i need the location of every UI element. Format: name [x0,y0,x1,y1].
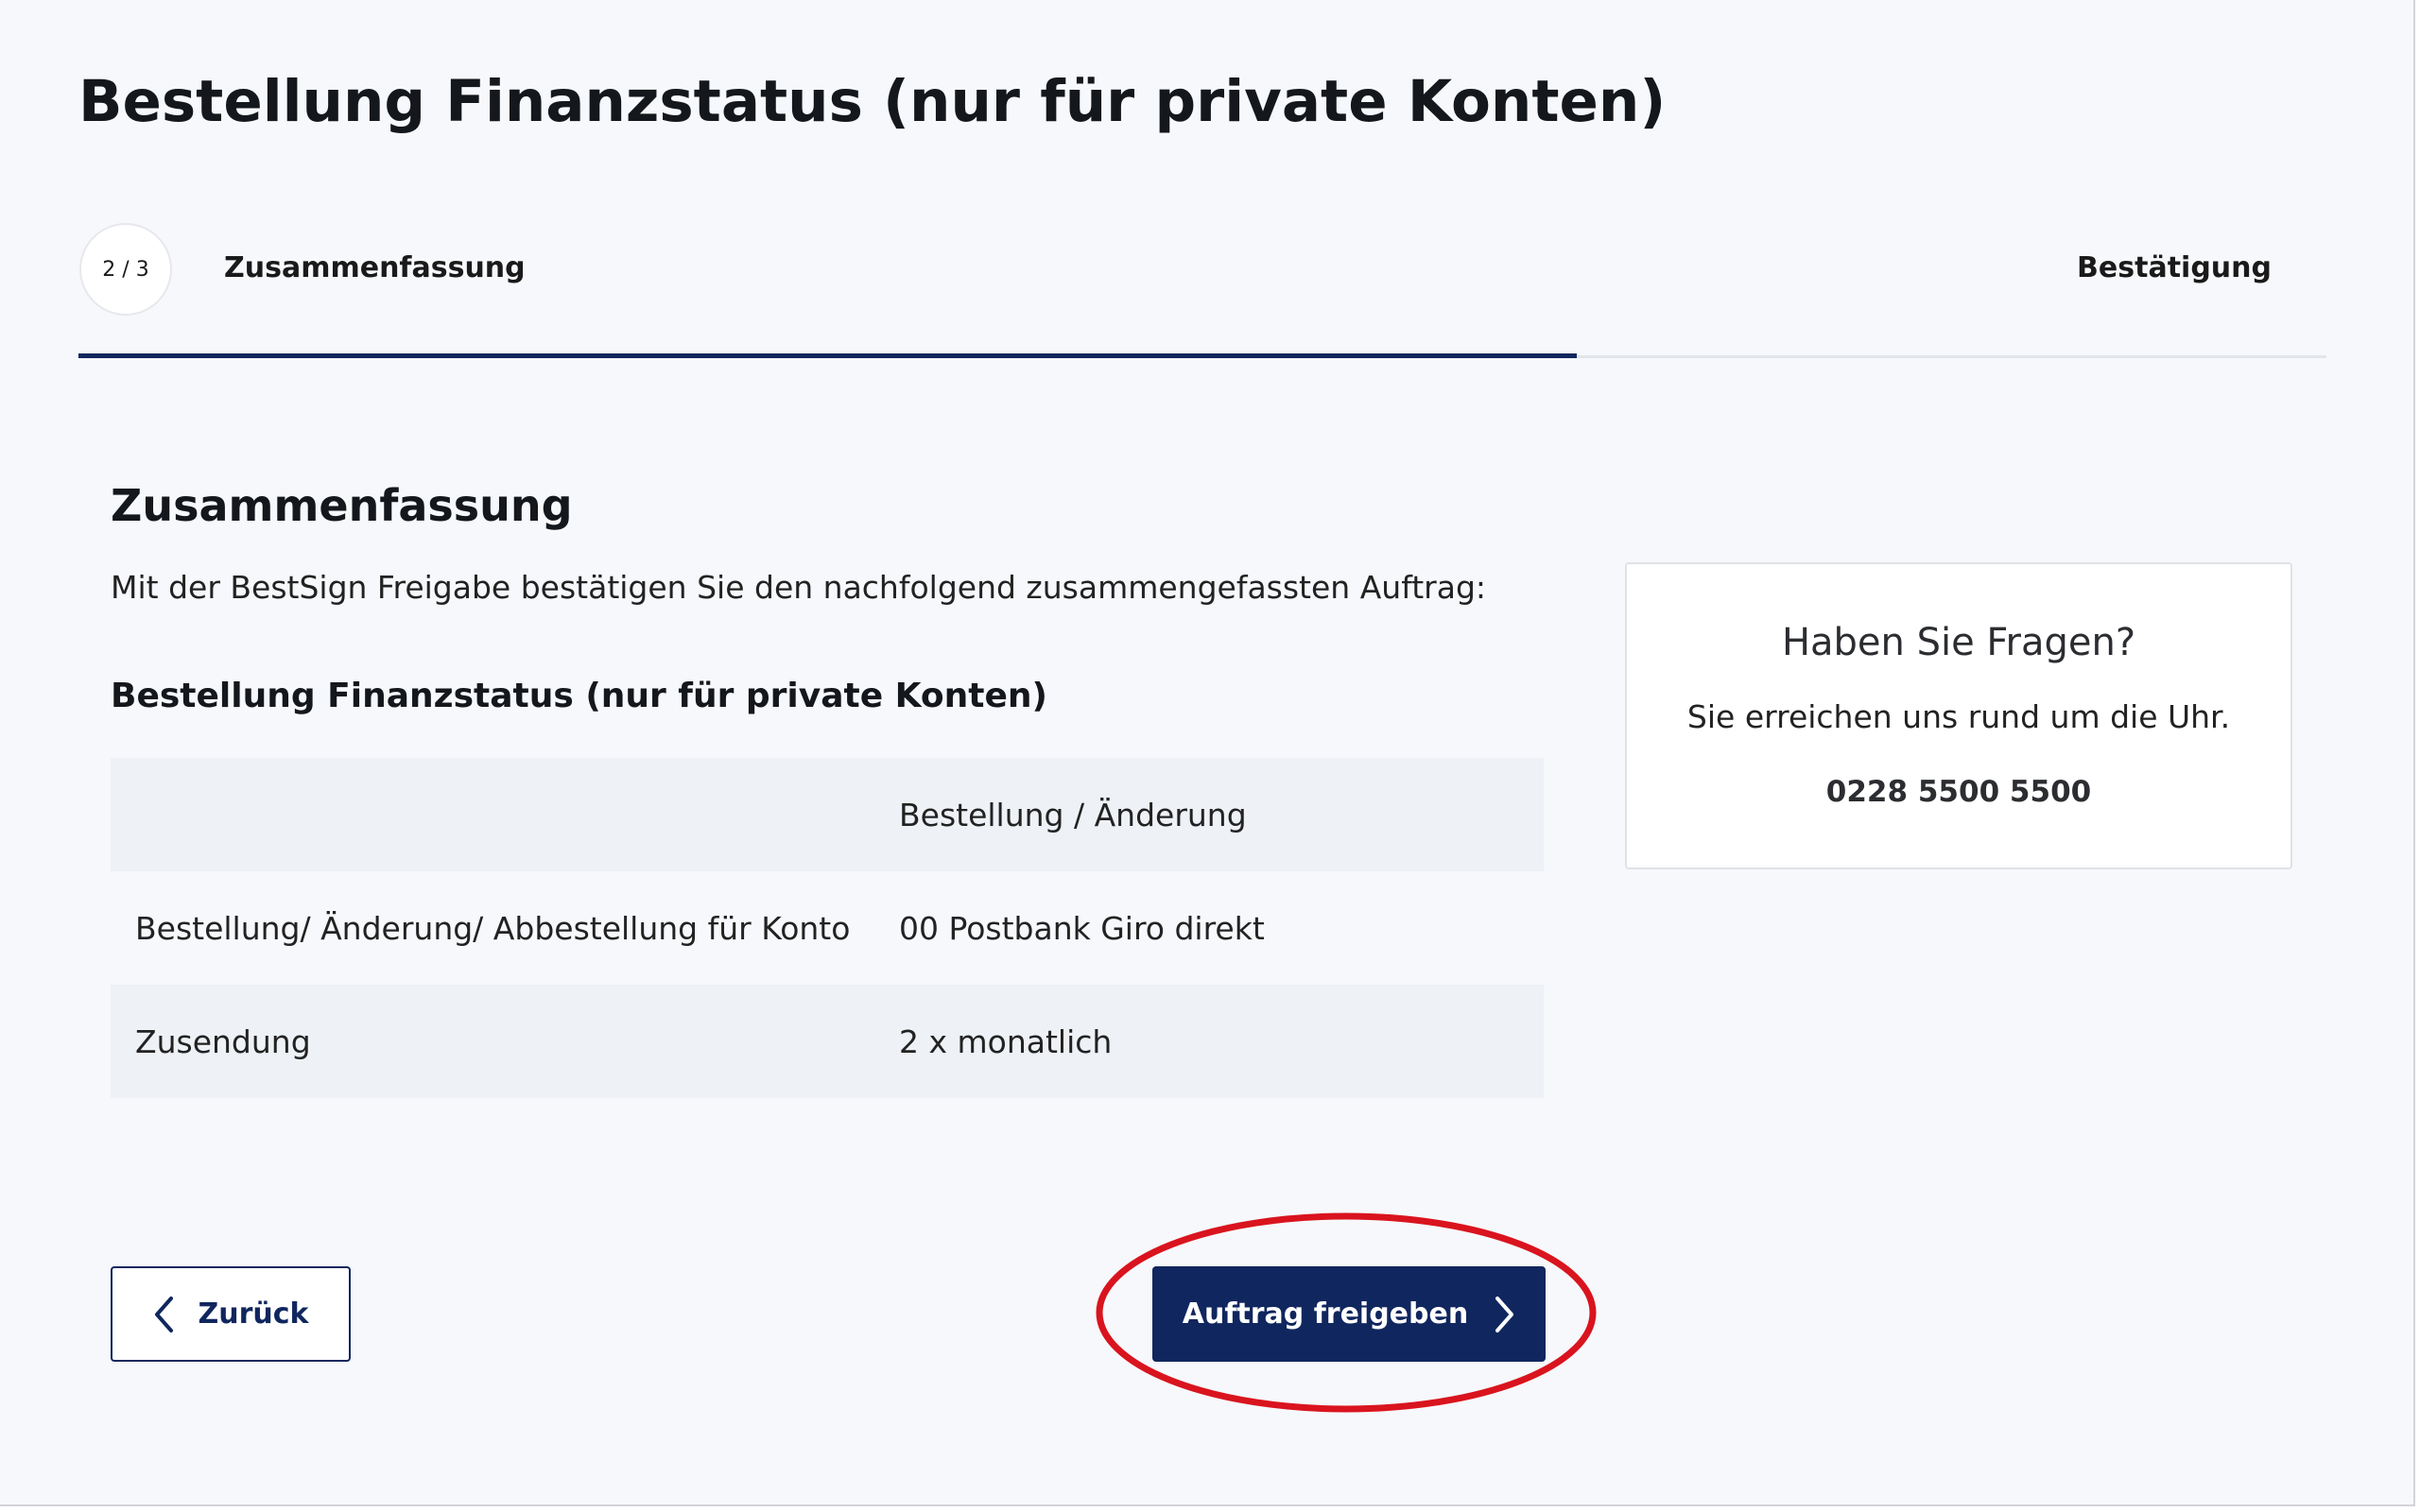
table-header-row: Bestellung / Änderung [111,758,1544,871]
page: Bestellung Finanzstatus (nur für private… [0,0,2415,1506]
step-counter-badge: 2 / 3 [79,223,172,316]
back-button[interactable]: Zurück [111,1266,351,1362]
table-header-cell: Bestellung / Änderung [899,758,1544,871]
submit-order-button[interactable]: Auftrag freigeben [1152,1266,1546,1362]
chevron-right-icon [1495,1296,1515,1333]
order-title: Bestellung Finanzstatus (nur für private… [111,677,1048,715]
page-title: Bestellung Finanzstatus (nur für private… [78,68,1667,135]
back-button-label: Zurück [198,1297,309,1331]
chevron-left-icon [153,1296,174,1333]
table-row: Bestellung/ Änderung/ Abbestellung für K… [111,871,1544,985]
table-cell-value: 2 x monatlich [899,985,1544,1098]
submit-button-label: Auftrag freigeben [1182,1297,1469,1331]
help-title: Haben Sie Fragen? [1781,621,2136,664]
progress-fill [78,353,1577,358]
current-step-label: Zusammenfassung [224,251,526,284]
summary-table: Bestellung / Änderung Bestellung/ Änderu… [111,758,1544,1098]
table-cell-label: Bestellung/ Änderung/ Abbestellung für K… [135,909,851,947]
step-counter: 2 / 3 [102,257,149,282]
table-cell-value: 00 Postbank Giro direkt [899,909,1265,947]
help-text: Sie erreichen uns rund um die Uhr. [1686,698,2231,735]
help-box: Haben Sie Fragen? Sie erreichen uns rund… [1625,562,2292,869]
summary-intro: Mit der BestSign Freigabe bestätigen Sie… [111,569,1487,606]
next-step-label: Bestätigung [2077,251,2272,284]
table-header-cell [111,758,899,871]
table-row: Zusendung 2 x monatlich [111,985,1544,1098]
summary-heading: Zusammenfassung [111,480,573,531]
table-cell-label: Zusendung [111,985,899,1098]
help-phone: 0228 5500 5500 [1825,775,2092,809]
